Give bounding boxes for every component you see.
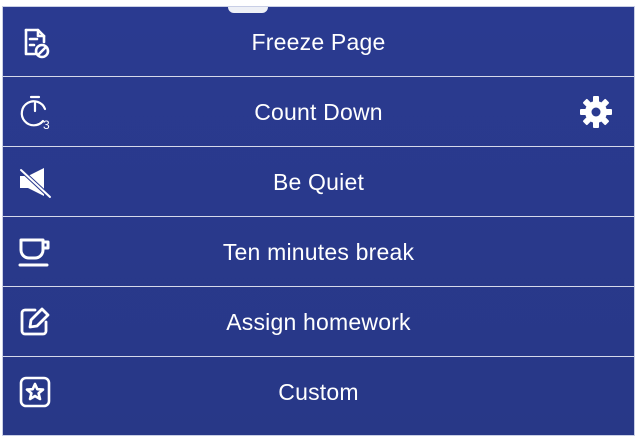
menu-item-label: Freeze Page xyxy=(251,29,386,55)
classroom-tools-menu: Freeze Page 3 Count Down Be Quiet Ten mi… xyxy=(2,6,635,436)
menu-item-label: Assign homework xyxy=(226,309,411,335)
menu-item-label: Ten minutes break xyxy=(222,239,415,265)
menu-item-label: Be Quiet xyxy=(272,169,365,195)
menu-item-be-quiet[interactable]: Be Quiet xyxy=(3,147,634,217)
menu-item-assign-homework[interactable]: Assign homework xyxy=(3,287,634,357)
menu-item-ten-minutes-break[interactable]: Ten minutes break xyxy=(3,217,634,287)
menu-item-freeze-page[interactable]: Freeze Page xyxy=(3,7,634,77)
menu-item-label: Custom xyxy=(278,379,359,405)
menu-item-custom[interactable]: Custom xyxy=(3,357,634,427)
menu-item-count-down[interactable]: 3 Count Down xyxy=(3,77,634,147)
menu-item-label: Count Down xyxy=(254,99,383,125)
menu-list: Freeze Page 3 Count Down Be Quiet Ten mi… xyxy=(3,7,634,435)
gear-icon[interactable] xyxy=(578,94,614,130)
